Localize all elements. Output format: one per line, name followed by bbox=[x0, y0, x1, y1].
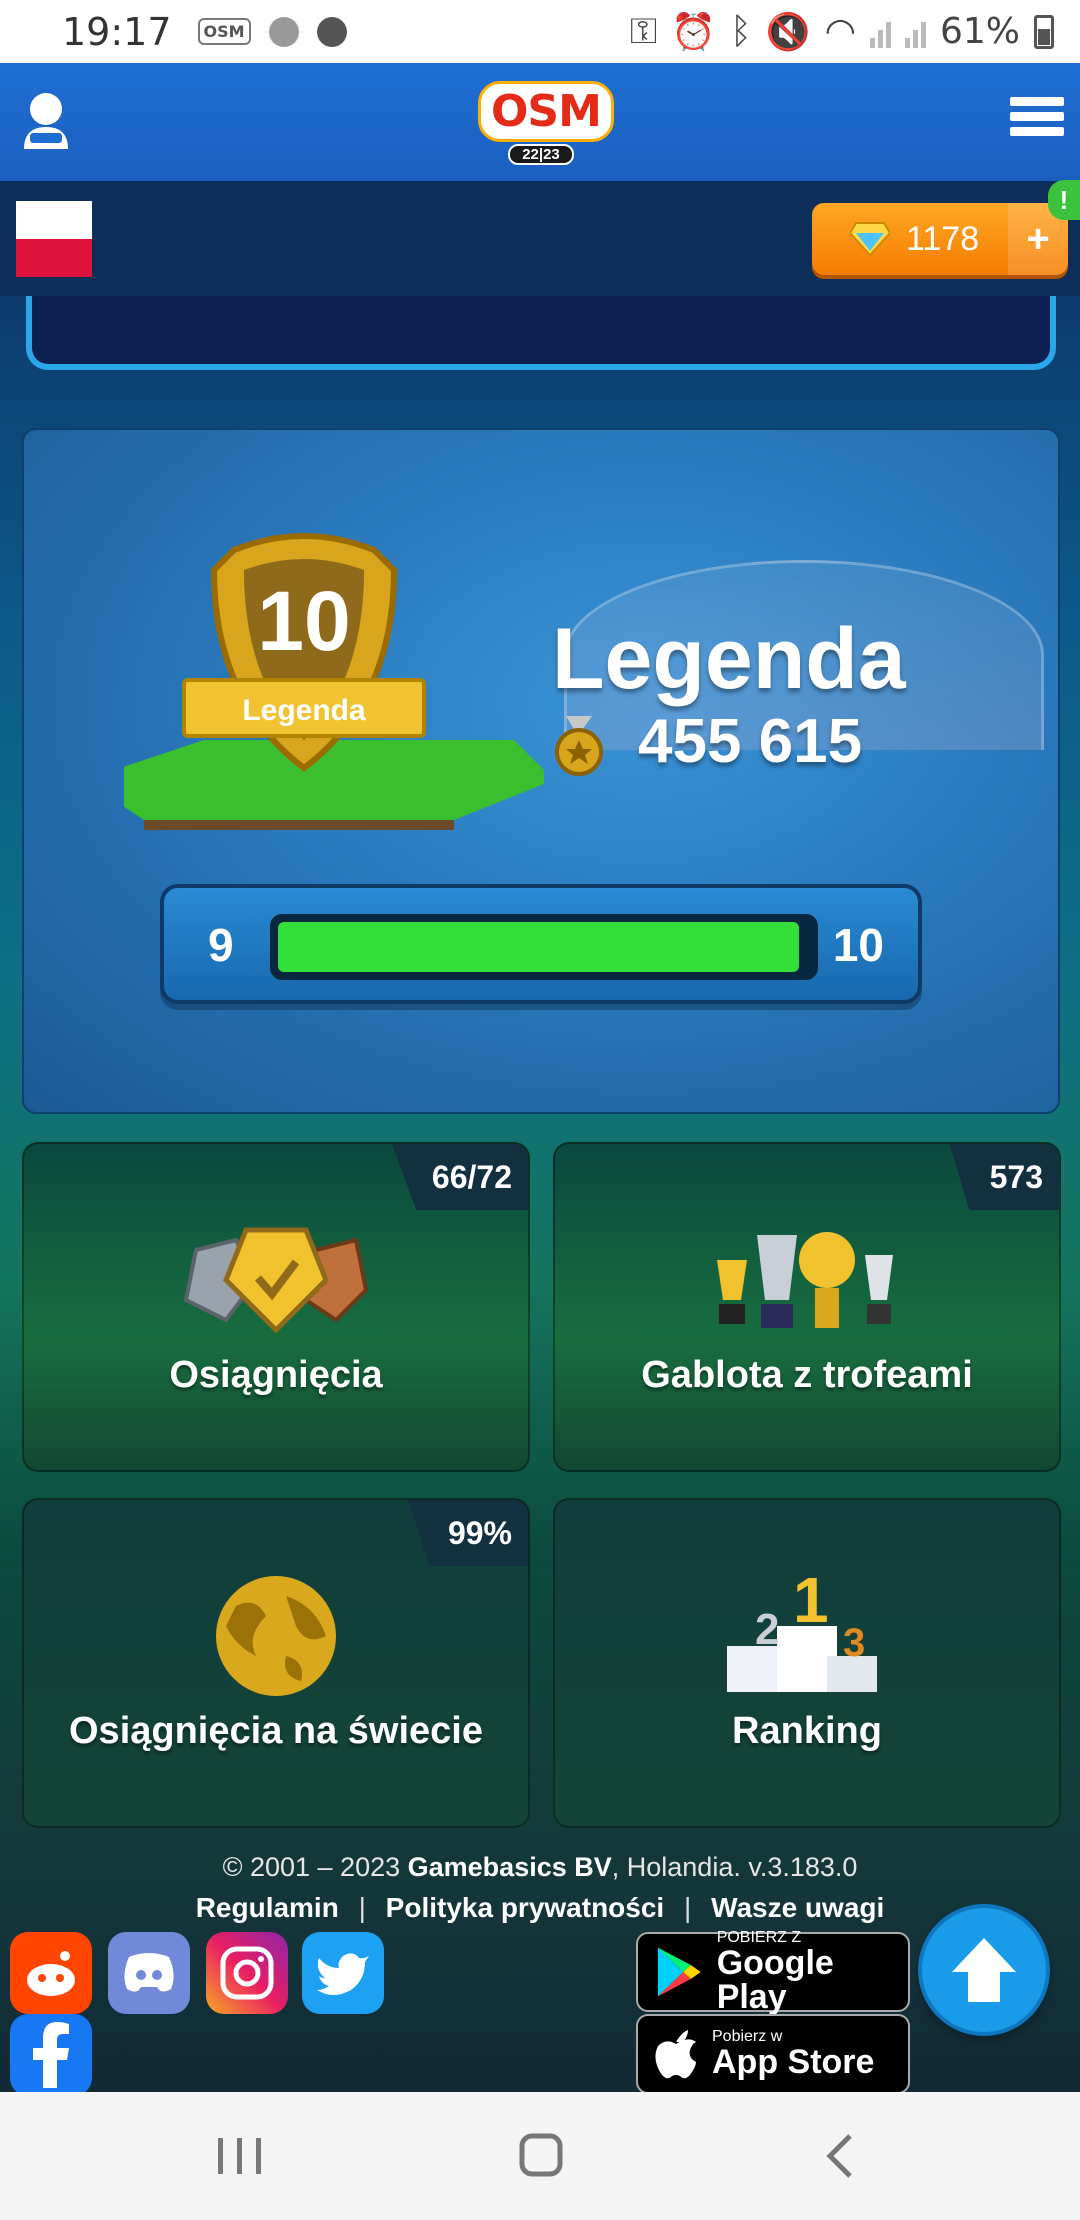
osm-logo[interactable]: OSM 22|23 bbox=[478, 81, 614, 167]
trophies-count: 573 bbox=[949, 1144, 1059, 1210]
copyright-suffix: , Holandia. v.3.183.0 bbox=[611, 1852, 858, 1882]
logo-text: OSM bbox=[478, 81, 614, 142]
status-time: 19:17 bbox=[62, 9, 172, 54]
instagram-icon[interactable] bbox=[206, 1932, 288, 2014]
menu-icon[interactable] bbox=[1010, 97, 1064, 145]
key-icon: ⚿ bbox=[629, 10, 658, 52]
level-title: Legenda bbox=[552, 611, 906, 707]
facebook-icon[interactable] bbox=[10, 2014, 92, 2096]
system-nav-bar bbox=[0, 2092, 1080, 2220]
app-notification-icon bbox=[268, 16, 299, 47]
achievements-count: 66/72 bbox=[391, 1144, 528, 1210]
level-progress: 9 10 bbox=[160, 884, 922, 1004]
google-play-big: Google Play bbox=[716, 1944, 834, 2016]
progress-from-level: 9 bbox=[208, 919, 234, 971]
arrow-up-icon bbox=[952, 1938, 1016, 2002]
progress-to-level: 10 bbox=[832, 919, 884, 971]
svg-text:3: 3 bbox=[843, 1621, 865, 1665]
copyright-prefix: © 2001 – 2023 bbox=[222, 1852, 401, 1882]
scroll-to-top-button[interactable] bbox=[918, 1904, 1050, 2036]
gem-icon bbox=[850, 222, 890, 257]
previous-panel-bottom bbox=[26, 296, 1056, 370]
notification-icons: OSM bbox=[197, 16, 347, 47]
poland-flag-icon[interactable] bbox=[16, 201, 92, 277]
world-achievements-label: Osiągnięcia na świecie bbox=[69, 1710, 483, 1752]
bluetooth-icon: ᛒ bbox=[730, 11, 752, 52]
app-store-big: App Store bbox=[712, 2043, 875, 2081]
status-bar: 19:17 OSM ⚿ ⏰ ᛒ 🔇 ◠ 61% bbox=[0, 0, 1080, 63]
podium-icon: 2 1 3 bbox=[727, 1576, 877, 1692]
back-icon[interactable] bbox=[812, 2132, 872, 2180]
alarm-icon: ⏰ bbox=[671, 11, 717, 53]
apple-icon bbox=[655, 2030, 696, 2079]
level-points: 455 615 bbox=[638, 707, 863, 776]
medal-icon bbox=[555, 716, 603, 776]
battery-icon bbox=[1034, 14, 1054, 49]
footer-links: Regulamin | Polityka prywatności | Wasze… bbox=[0, 1892, 1080, 1924]
trophies-label: Gablota z trofeami bbox=[641, 1354, 973, 1396]
alert-badge[interactable]: ! bbox=[1048, 180, 1080, 220]
signal-2-icon bbox=[904, 16, 926, 48]
system-icons: ⚿ ⏰ ᛒ 🔇 ◠ 61% bbox=[630, 11, 1054, 53]
badge-number: 10 bbox=[257, 574, 350, 668]
svg-text:2: 2 bbox=[755, 1605, 779, 1654]
tile-trophy-cabinet[interactable]: 573 Gablota z trofeami bbox=[553, 1142, 1061, 1472]
badge-label: Legenda bbox=[242, 694, 366, 727]
terms-link[interactable]: Regulamin bbox=[196, 1892, 339, 1923]
profile-icon[interactable] bbox=[20, 89, 72, 153]
home-icon[interactable] bbox=[510, 2132, 570, 2180]
app-store-button[interactable]: Pobierz w App Store bbox=[636, 2014, 910, 2094]
recent-apps-icon[interactable] bbox=[210, 2132, 270, 2180]
logo-season: 22|23 bbox=[508, 144, 574, 165]
sub-header: 1178 + bbox=[0, 181, 1080, 296]
copyright: © 2001 – 2023 Gamebasics BV, Holandia. v… bbox=[0, 1852, 1080, 1883]
ranking-label: Ranking bbox=[732, 1710, 882, 1752]
mute-icon: 🔇 bbox=[765, 11, 811, 53]
spotify-icon bbox=[316, 16, 347, 47]
discord-icon[interactable] bbox=[108, 1932, 190, 2014]
level-panel: 10 Legenda Legenda 455 615 9 10 bbox=[22, 428, 1060, 1114]
wifi-icon: ◠ bbox=[824, 11, 856, 52]
tile-world-achievements[interactable]: 99% Osiągnięcia na świecie bbox=[22, 1498, 530, 1828]
feedback-link[interactable]: Wasze uwagi bbox=[711, 1892, 884, 1923]
link-separator: | bbox=[684, 1892, 692, 1923]
progress-fill bbox=[278, 922, 800, 972]
battery-percent: 61% bbox=[939, 11, 1020, 52]
medals-icon bbox=[183, 1227, 369, 1334]
google-play-icon bbox=[657, 1947, 701, 1997]
reddit-icon[interactable] bbox=[10, 1932, 92, 2014]
tile-achievements[interactable]: 66/72 Osiągnięcia bbox=[22, 1142, 530, 1472]
globe-icon bbox=[216, 1576, 336, 1696]
twitter-icon[interactable] bbox=[302, 1932, 384, 2014]
link-separator: | bbox=[358, 1892, 366, 1923]
world-achievements-count: 99% bbox=[407, 1500, 528, 1566]
progress-track bbox=[270, 914, 818, 980]
level-badge: 10 Legenda bbox=[124, 533, 544, 830]
svg-text:1: 1 bbox=[793, 1576, 829, 1636]
coins-value: 1178 bbox=[906, 219, 980, 258]
app-header: OSM 22|23 bbox=[0, 63, 1080, 181]
company-link[interactable]: Gamebasics BV bbox=[408, 1852, 612, 1882]
tile-ranking[interactable]: 2 1 3 Ranking bbox=[553, 1498, 1061, 1828]
signal-icon bbox=[869, 16, 891, 48]
google-play-button[interactable]: POBIERZ Z Google Play bbox=[636, 1930, 910, 2016]
privacy-link[interactable]: Polityka prywatności bbox=[386, 1892, 665, 1923]
coins-button[interactable]: 1178 + bbox=[812, 203, 1068, 275]
trophies-icon bbox=[717, 1232, 893, 1328]
osm-notification-icon: OSM bbox=[197, 18, 251, 45]
achievements-label: Osiągnięcia bbox=[169, 1354, 383, 1396]
